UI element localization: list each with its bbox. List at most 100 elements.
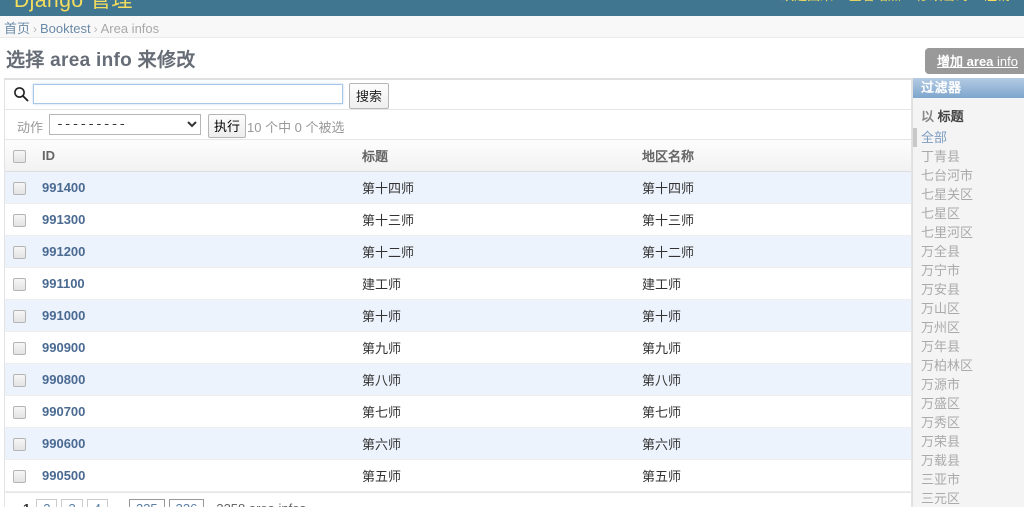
filter-item[interactable]: 七里河区 [913, 223, 1024, 242]
filter-item[interactable]: 三亚市 [913, 470, 1024, 489]
filter-item-label[interactable]: 万宁市 [921, 263, 960, 278]
row-checkbox[interactable] [13, 406, 26, 420]
filter-item-label[interactable]: 万载县 [921, 453, 960, 468]
filter-item[interactable]: 万宁市 [913, 261, 1024, 280]
filter-item-label[interactable]: 三元区 [921, 491, 960, 506]
filter-item-label[interactable]: 万秀区 [921, 415, 960, 430]
filter-item[interactable]: 万荣县 [913, 432, 1024, 451]
filter-list: 全部丁青县七台河市七星关区七星区七里河区万全县万宁市万安县万山区万州区万年县万柏… [913, 128, 1024, 507]
row-id-link[interactable]: 990600 [42, 436, 85, 451]
cell-title: 建工师 [354, 267, 634, 300]
row-checkbox[interactable] [13, 342, 26, 356]
table-row: 991100 建工师 建工师 [5, 267, 911, 300]
breadcrumb-app[interactable]: Booktest [40, 21, 91, 36]
filter-item[interactable]: 万全县 [913, 242, 1024, 261]
row-id-link[interactable]: 990900 [42, 340, 85, 355]
user-tools-item-3[interactable]: 注销 [984, 0, 1010, 3]
select-all-header [5, 140, 34, 172]
run-action-button[interactable]: 执行 [208, 114, 247, 138]
cell-area-name: 第九师 [634, 331, 911, 364]
cell-title: 第六师 [354, 427, 634, 460]
filter-item[interactable]: 万载县 [913, 451, 1024, 470]
filter-item[interactable]: 丁青县 [913, 147, 1024, 166]
row-id-link[interactable]: 990800 [42, 372, 85, 387]
filter-item-label[interactable]: 万州区 [921, 320, 960, 335]
filter-item-label[interactable]: 七星关区 [921, 187, 973, 202]
row-checkbox[interactable] [13, 278, 26, 292]
filter-item[interactable]: 万年县 [913, 337, 1024, 356]
current-page: 1 [23, 501, 30, 507]
row-checkbox[interactable] [13, 470, 26, 484]
row-checkbox[interactable] [13, 310, 26, 324]
filter-item-label[interactable]: 万山区 [921, 301, 960, 316]
filter-item-all[interactable]: 全部 [913, 128, 1024, 147]
row-id-link[interactable]: 990500 [42, 468, 85, 483]
filter-item-label[interactable]: 七里河区 [921, 225, 973, 240]
page-link[interactable]: 326 [168, 499, 205, 507]
filter-item-label[interactable]: 全部 [921, 130, 947, 145]
add-area-info-button[interactable]: 增加 area info [925, 48, 1024, 74]
cell-id: 990900 [34, 331, 354, 364]
filter-item[interactable]: 万秀区 [913, 413, 1024, 432]
filter-item[interactable]: 万源市 [913, 375, 1024, 394]
filter-item-label[interactable]: 万源市 [921, 377, 960, 392]
filter-item[interactable]: 万盛区 [913, 394, 1024, 413]
filter-item[interactable]: 万安县 [913, 280, 1024, 299]
actions-bar: 动作 --------- 删除所选的 area info 执行 10 个中 0 … [5, 110, 911, 140]
row-select-cell [5, 363, 34, 396]
filter-item-label[interactable]: 三亚市 [921, 472, 960, 487]
page-link[interactable]: 325 [128, 499, 165, 507]
breadcrumb-home[interactable]: 首页 [4, 21, 30, 36]
paginator: 1234 …325326 3258 area infos [5, 492, 911, 507]
filter-item-label[interactable]: 万安县 [921, 282, 960, 297]
row-id-link[interactable]: 991300 [42, 212, 85, 227]
filter-item-label[interactable]: 丁青县 [921, 149, 960, 164]
cell-title: 第十四师 [354, 171, 634, 204]
user-tools-item-1[interactable]: 查看站点 [849, 0, 901, 3]
cell-id: 991400 [34, 171, 354, 204]
row-checkbox[interactable] [13, 438, 26, 452]
user-tools-item-2[interactable]: 修改密码 [916, 0, 968, 3]
table-row: 990600 第六师 第六师 [5, 427, 911, 460]
cell-title: 第十三师 [354, 203, 634, 236]
column-header-id[interactable]: ID [34, 140, 354, 172]
filter-item[interactable]: 七星区 [913, 204, 1024, 223]
filter-item-label[interactable]: 七台河市 [921, 168, 973, 183]
row-checkbox[interactable] [13, 214, 26, 228]
result-count: 3258 area infos [216, 501, 306, 507]
filter-item-label[interactable]: 万全县 [921, 244, 960, 259]
filter-item-label[interactable]: 七星区 [921, 206, 960, 221]
row-id-link[interactable]: 991200 [42, 244, 85, 259]
filter-item-label[interactable]: 万柏林区 [921, 358, 973, 373]
search-input[interactable] [33, 84, 343, 104]
filter-item[interactable]: 七台河市 [913, 166, 1024, 185]
filter-item[interactable]: 三元区 [913, 489, 1024, 507]
row-checkbox[interactable] [13, 182, 26, 196]
cell-id: 991000 [34, 299, 354, 332]
column-header-area-name[interactable]: 地区名称 [634, 140, 911, 172]
filter-item-label[interactable]: 万年县 [921, 339, 960, 354]
row-id-link[interactable]: 991000 [42, 308, 85, 323]
column-header-title[interactable]: 标题 [354, 140, 634, 172]
filter-item[interactable]: 七星关区 [913, 185, 1024, 204]
filter-item-label[interactable]: 万荣县 [921, 434, 960, 449]
page-link[interactable]: 2 [36, 499, 58, 507]
action-select[interactable]: --------- 删除所选的 area info [49, 114, 201, 135]
page-link[interactable]: 4 [86, 499, 108, 507]
search-button[interactable]: 搜索 [349, 83, 390, 109]
add-button-label: 增加 area [937, 54, 994, 69]
row-id-link[interactable]: 991400 [42, 180, 85, 195]
row-id-link[interactable]: 991100 [42, 276, 85, 291]
row-checkbox[interactable] [13, 374, 26, 388]
select-all-checkbox[interactable] [13, 150, 26, 164]
filter-by-field: 标题 [937, 109, 964, 124]
cell-area-name: 第十师 [634, 299, 911, 332]
filter-item-label[interactable]: 万盛区 [921, 396, 960, 411]
breadcrumb-separator-2: › [93, 22, 98, 36]
filter-item[interactable]: 万柏林区 [913, 356, 1024, 375]
row-id-link[interactable]: 990700 [42, 404, 85, 419]
row-checkbox[interactable] [13, 246, 26, 260]
page-link[interactable]: 3 [61, 499, 83, 507]
filter-item[interactable]: 万州区 [913, 318, 1024, 337]
filter-item[interactable]: 万山区 [913, 299, 1024, 318]
